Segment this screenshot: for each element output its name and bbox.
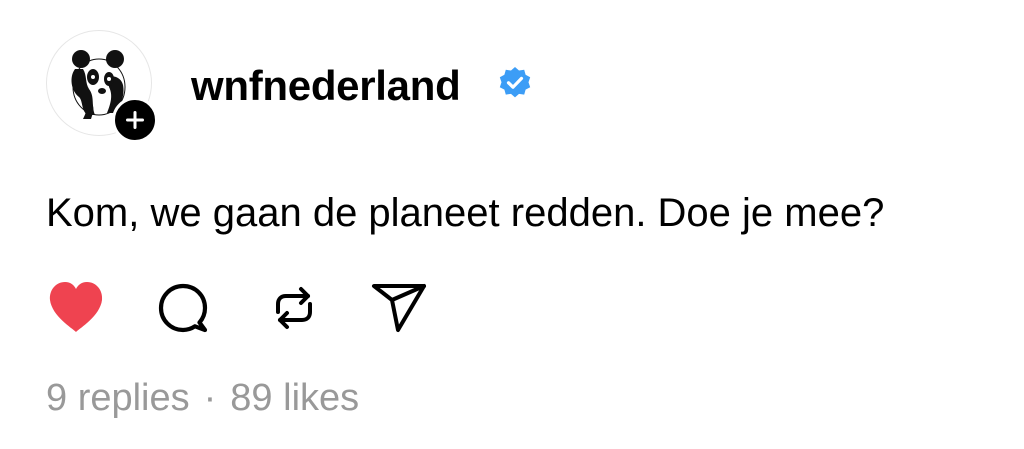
send-icon — [372, 284, 426, 332]
replies-count[interactable]: 9 replies — [46, 377, 190, 419]
post-header: wnfnederland — [46, 30, 646, 143]
post-text: Kom, we gaan de planeet redden. Doe je m… — [46, 191, 885, 235]
verified-badge-icon — [499, 67, 531, 98]
plus-icon — [126, 111, 144, 129]
repost-icon — [276, 287, 312, 329]
share-button[interactable] — [368, 278, 428, 338]
comment-icon — [158, 283, 208, 333]
author-username[interactable]: wnfnederland — [191, 62, 461, 110]
heart-icon — [49, 282, 103, 332]
follow-button[interactable] — [112, 97, 158, 143]
likes-count[interactable]: 89 likes — [230, 377, 359, 419]
stats-separator: · — [203, 377, 217, 419]
post-actions — [46, 278, 466, 338]
reply-button[interactable] — [153, 278, 213, 338]
post-stats: 9 replies · 89 likes — [46, 374, 359, 422]
repost-button[interactable] — [264, 278, 324, 338]
like-button[interactable] — [46, 278, 106, 338]
author-avatar[interactable] — [46, 30, 158, 143]
